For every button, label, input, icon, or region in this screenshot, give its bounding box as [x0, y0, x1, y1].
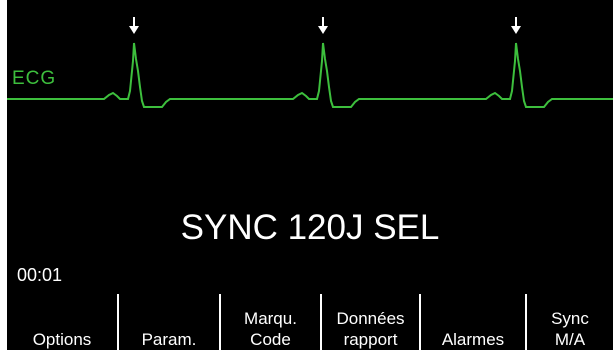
softkey-mark-code-line1: Marqu. [244, 309, 297, 328]
softkey-report-data[interactable]: Données rapport [322, 294, 419, 350]
sync-marker-down-arrow-icon [318, 17, 328, 34]
sync-markers [129, 17, 521, 34]
softkey-bar: Options Param. Marqu. Code Données rappo… [7, 294, 613, 350]
monitor-screen: ECG SYNC 120J SEL 00:01 Options Param. M… [7, 0, 613, 350]
softkey-mark-code-line2: Code [250, 330, 291, 349]
softkey-param[interactable]: Param. [119, 294, 219, 350]
softkey-report-data-line1: Données [336, 309, 405, 328]
ecg-lead-label: ECG [12, 68, 57, 89]
softkey-options[interactable]: Options [7, 294, 117, 350]
ecg-waveform [7, 17, 613, 108]
softkey-sync-line1: Sync [551, 309, 589, 328]
sync-marker-down-arrow-icon [129, 17, 139, 34]
softkey-sync-toggle[interactable]: Sync M/A [527, 294, 613, 350]
softkey-param-label: Param. [141, 330, 197, 349]
softkey-report-data-line2: rapport [343, 330, 398, 349]
elapsed-timer: 00:01 [17, 265, 63, 285]
softkey-mark-code[interactable]: Marqu. Code [221, 294, 320, 350]
softkey-options-label: Options [32, 330, 92, 349]
ecg-trace [7, 42, 613, 108]
softkey-sync-line2: M/A [554, 330, 586, 349]
sync-marker-down-arrow-icon [511, 17, 521, 34]
softkey-alarms-label: Alarmes [441, 330, 505, 349]
sync-energy-status: SYNC 120J SEL [180, 208, 440, 247]
softkey-alarms[interactable]: Alarmes [421, 294, 525, 350]
